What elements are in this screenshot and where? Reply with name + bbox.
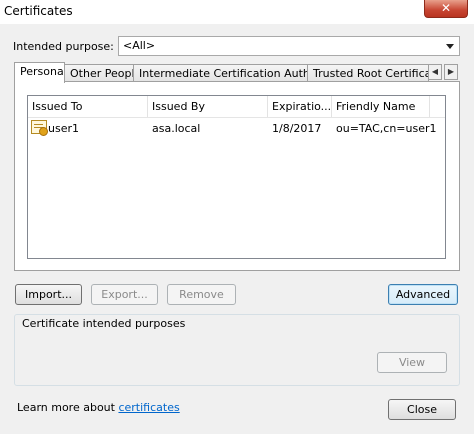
tab-intermediate-ca[interactable]: Intermediate Certification Authorities <box>133 64 308 82</box>
tab-scroll-right-icon[interactable]: ▶ <box>444 64 458 80</box>
title-bar[interactable]: Certificates ✕ <box>0 0 474 24</box>
window-title: Certificates <box>4 4 73 18</box>
intended-purpose-value: <All> <box>123 39 156 52</box>
remove-button[interactable]: Remove <box>167 284 236 305</box>
tab-trusted-root-ca[interactable]: Trusted Root Certification Authorities <box>307 64 429 82</box>
close-button[interactable]: Close <box>388 399 456 420</box>
window-close-button[interactable]: ✕ <box>424 0 468 18</box>
learn-more-prefix: Learn more about <box>17 401 115 414</box>
column-friendly-name[interactable]: Friendly Name <box>332 96 430 117</box>
intended-purpose-label: Intended purpose: <box>13 40 114 53</box>
tab-personal[interactable]: Personal <box>14 62 65 83</box>
list-header: Issued To Issued By Expiratio... Friendl… <box>28 96 445 118</box>
certificate-purposes-title: Certificate intended purposes <box>22 317 186 330</box>
cell-expiration: 1/8/2017 <box>272 122 322 135</box>
certificate-purposes-group: Certificate intended purposes View <box>14 314 460 386</box>
advanced-button[interactable]: Advanced <box>388 284 458 305</box>
cell-issued-by: asa.local <box>152 122 201 135</box>
certificate-icon <box>31 120 48 136</box>
certificates-dialog: Certificates ✕ Intended purpose: <All> P… <box>0 0 474 434</box>
column-issued-to[interactable]: Issued To <box>28 96 148 117</box>
export-button[interactable]: Export... <box>91 284 158 305</box>
tab-strip: Personal Other People Intermediate Certi… <box>14 62 460 83</box>
intended-purpose-select[interactable]: <All> <box>118 36 460 56</box>
cell-issued-to: user1 <box>48 122 79 135</box>
certificates-link[interactable]: certificates <box>118 401 179 414</box>
learn-more-text: Learn more about certificates <box>17 401 180 414</box>
column-expiration[interactable]: Expiratio... <box>268 96 332 117</box>
chevron-down-icon <box>446 44 454 49</box>
column-issued-by[interactable]: Issued By <box>148 96 268 117</box>
table-row[interactable]: user1 asa.local 1/8/2017 ou=TAC,cn=user1 <box>28 120 445 138</box>
view-button[interactable]: View <box>377 352 447 373</box>
import-button[interactable]: Import... <box>15 284 82 305</box>
tab-scroll-left-icon[interactable]: ◀ <box>428 64 442 80</box>
tab-other-people[interactable]: Other People <box>64 64 134 82</box>
cell-friendly-name: ou=TAC,cn=user1 <box>336 122 437 135</box>
certificate-list[interactable]: Issued To Issued By Expiratio... Friendl… <box>27 95 446 259</box>
